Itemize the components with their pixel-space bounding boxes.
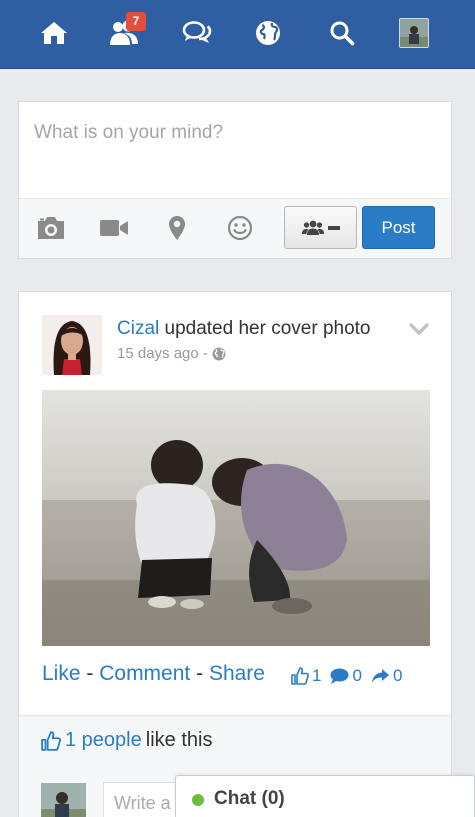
chevron-down-icon — [409, 323, 429, 335]
action-separator: - — [86, 662, 94, 685]
online-status-icon — [192, 794, 204, 806]
nav-search[interactable] — [324, 15, 360, 51]
post-composer: What is on your mind? Post — [18, 101, 452, 259]
post-headline: Cizal updated her cover photo — [117, 318, 371, 340]
post-action-text: updated her cover photo — [164, 318, 371, 339]
smiley-icon — [227, 215, 253, 241]
comment-link[interactable]: Comment — [99, 662, 190, 685]
chat-label: Chat (0) — [214, 788, 285, 809]
top-navbar: 7 — [0, 0, 475, 69]
comment-icon — [330, 668, 349, 684]
feed-post: Cizal updated her cover photo 15 days ag… — [18, 291, 452, 817]
post-options-button[interactable] — [409, 322, 429, 341]
user-avatar — [399, 18, 429, 48]
nav-profile[interactable] — [396, 15, 432, 51]
group-icon — [301, 220, 324, 235]
share-icon — [371, 669, 389, 683]
share-count[interactable]: 0 — [393, 666, 402, 686]
user-avatar — [41, 783, 86, 817]
likers-link[interactable]: 1 people — [65, 729, 142, 752]
post-button[interactable]: Post — [362, 206, 435, 249]
friend-requests-badge: 7 — [126, 12, 146, 31]
add-video-button[interactable] — [97, 213, 131, 243]
like-count[interactable]: 1 — [312, 666, 321, 686]
post-actions: Like - Comment - Share — [42, 662, 265, 686]
messages-icon — [182, 21, 212, 43]
video-icon — [100, 220, 128, 236]
likes-summary-text: 1 people like this — [41, 729, 212, 752]
post-meta: 15 days ago - — [117, 345, 226, 362]
add-feeling-button[interactable] — [223, 213, 257, 243]
globe-icon — [212, 347, 226, 360]
location-icon — [169, 216, 185, 240]
comment-count[interactable]: 0 — [352, 666, 361, 686]
nav-home[interactable] — [36, 15, 72, 51]
nav-friends[interactable]: 7 — [106, 12, 146, 51]
chat-bar[interactable]: Chat (0) — [175, 775, 475, 817]
meta-separator: - — [202, 345, 208, 362]
post-stats: 1 0 0 — [291, 666, 408, 686]
privacy-selector-button[interactable] — [284, 206, 357, 249]
nav-messages[interactable] — [179, 15, 215, 51]
camera-icon — [38, 217, 64, 239]
add-photo-button[interactable] — [34, 213, 68, 243]
home-icon — [41, 22, 67, 44]
cover-photo[interactable] — [42, 390, 430, 646]
dash-icon — [327, 225, 340, 230]
likes-summary: 1 people like this — [19, 715, 451, 771]
composer-toolbar: Post — [19, 198, 451, 258]
post-timestamp[interactable]: 15 days ago — [117, 345, 199, 362]
thumbs-up-icon — [41, 730, 61, 751]
status-input[interactable]: What is on your mind? — [34, 122, 223, 144]
globe-icon — [256, 21, 280, 45]
search-icon — [330, 21, 355, 46]
author-name-link[interactable]: Cizal — [117, 318, 159, 339]
nav-explore[interactable] — [250, 15, 286, 51]
action-separator: - — [196, 662, 204, 685]
thumbs-up-icon — [291, 667, 309, 685]
add-location-button[interactable] — [160, 213, 194, 243]
likes-suffix: like this — [145, 729, 213, 751]
share-link[interactable]: Share — [209, 662, 265, 685]
like-link[interactable]: Like — [42, 662, 81, 685]
author-avatar[interactable] — [42, 315, 102, 375]
